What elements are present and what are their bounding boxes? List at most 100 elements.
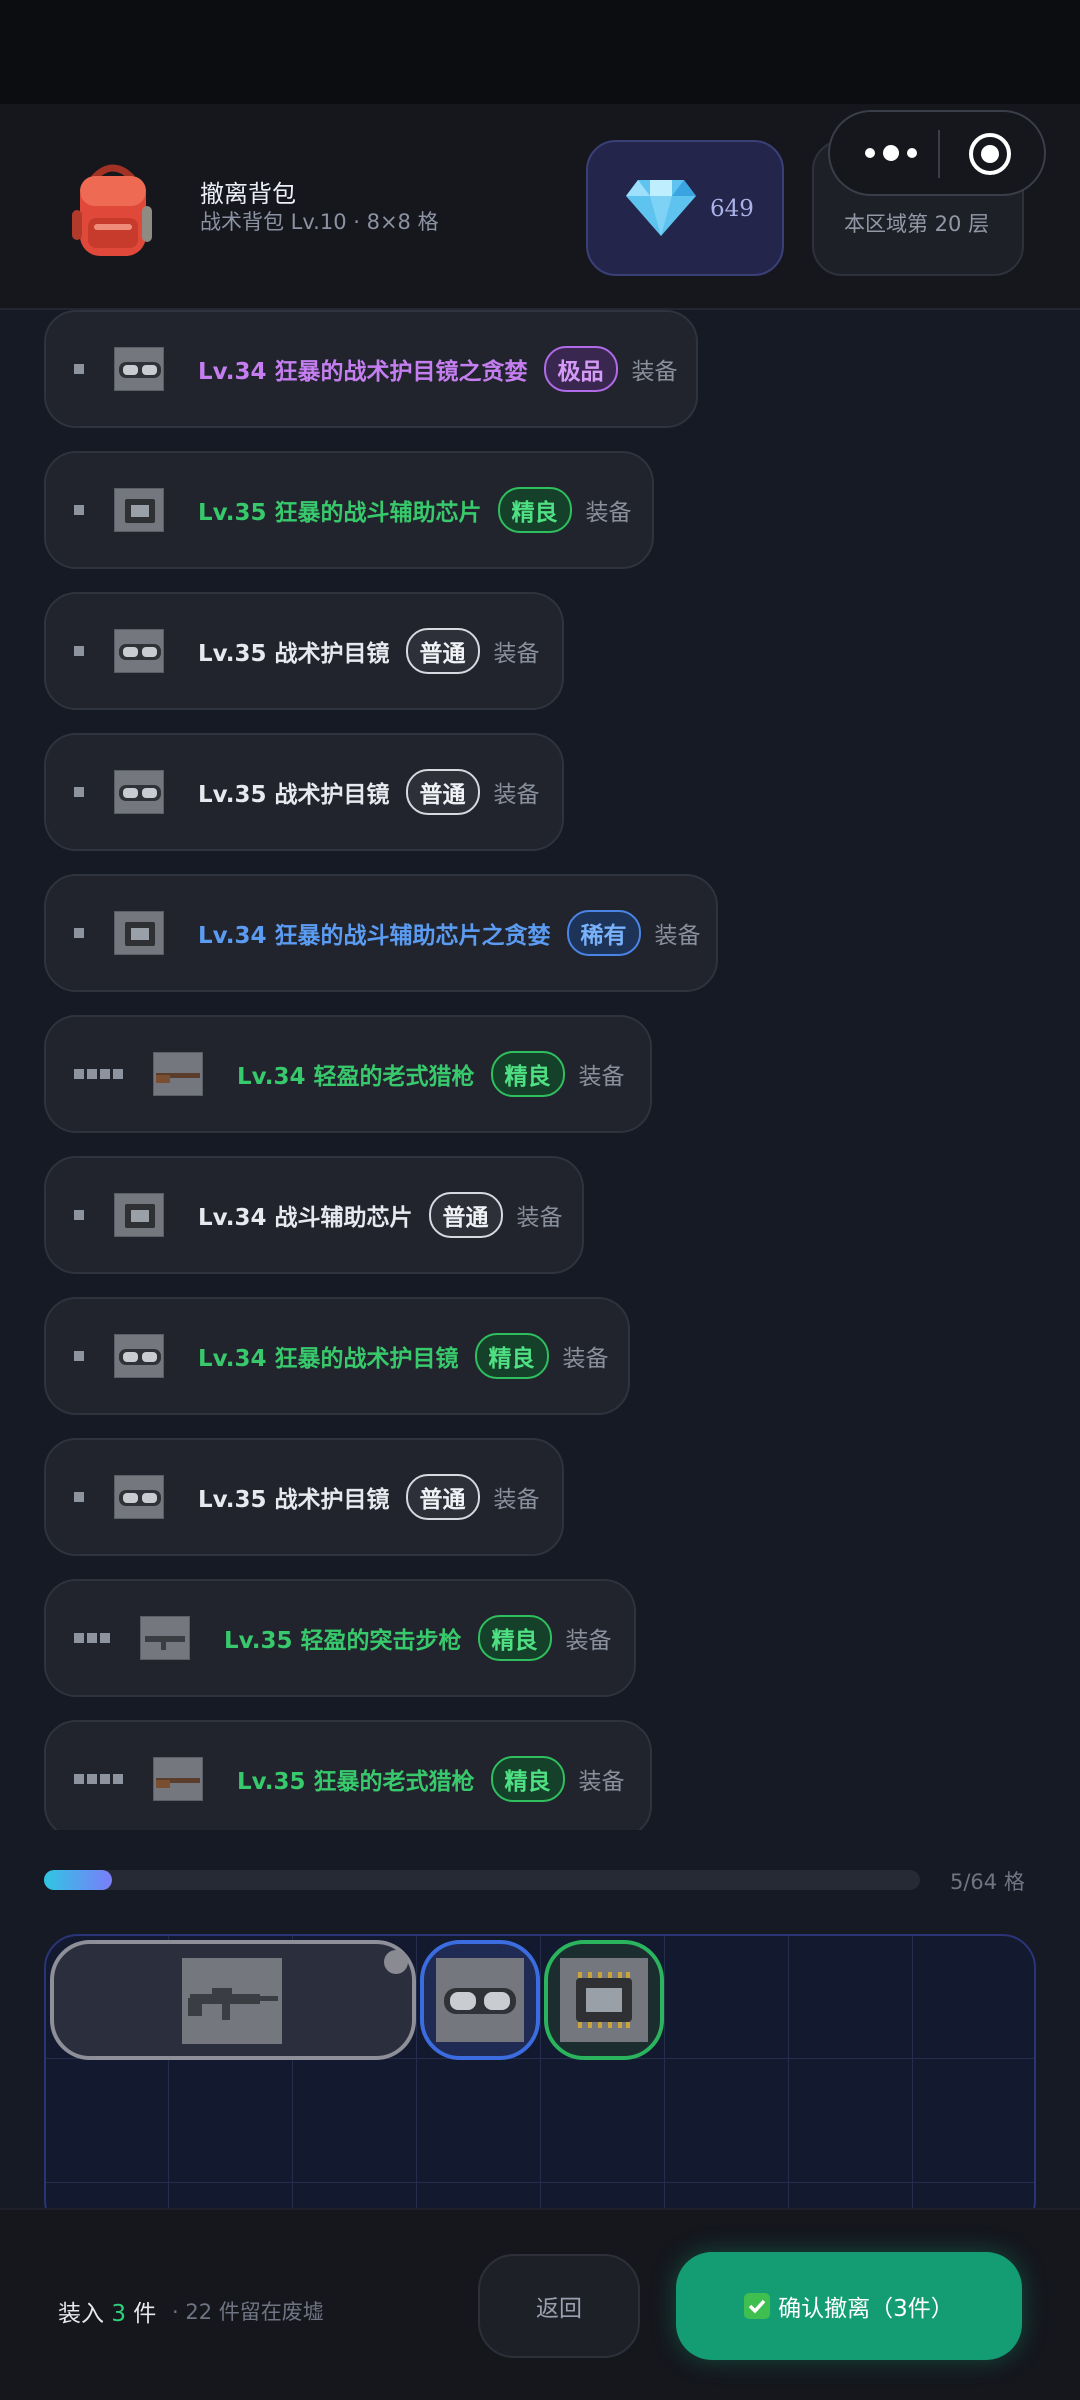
quality-badge: 稀有 xyxy=(566,910,641,956)
equip-button[interactable]: 装备 xyxy=(586,493,632,527)
item-name: Lv.35 战术护目镜 xyxy=(198,641,390,667)
capacity-bar-fill xyxy=(44,1870,113,1890)
capsule-divider xyxy=(938,130,940,178)
item-name: Lv.35 狂暴的老式猎枪 xyxy=(237,1769,475,1795)
load-prefix: 装入 xyxy=(58,2301,104,2327)
equip-button[interactable]: 装备 xyxy=(579,1762,625,1796)
capacity-label: 5/64 格 xyxy=(950,1870,1025,1894)
shotgun-icon xyxy=(153,1757,203,1801)
quality-badge: 极品 xyxy=(543,346,618,392)
grid-slot-goggles[interactable] xyxy=(420,1940,540,2060)
equip-button[interactable]: 装备 xyxy=(566,1621,612,1655)
gem-count: 649 xyxy=(710,196,754,222)
more-icon[interactable] xyxy=(860,136,922,170)
close-miniprogram-icon[interactable] xyxy=(968,132,1012,176)
loot-row[interactable]: Lv.35 战术护目镜 普通 装备 xyxy=(44,1438,564,1556)
rifle-icon xyxy=(182,1958,282,2044)
quality-badge: 普通 xyxy=(405,628,480,674)
loot-row[interactable]: Lv.35 战术护目镜 普通 装备 xyxy=(44,592,564,710)
item-name: Lv.34 战斗辅助芯片 xyxy=(198,1205,413,1231)
miniprogram-capsule xyxy=(828,110,1046,196)
loot-row[interactable]: Lv.34 狂暴的战术护目镜之贪婪 极品 装备 xyxy=(44,310,698,428)
item-name: Lv.35 狂暴的战斗辅助芯片 xyxy=(198,500,482,526)
equip-button[interactable]: 装备 xyxy=(579,1057,625,1091)
grid-size-cell xyxy=(74,1069,84,1079)
gem-balance[interactable]: 649 xyxy=(586,140,784,276)
grid-size-cell xyxy=(113,1069,123,1079)
load-suffix: 件 xyxy=(133,2301,157,2327)
goggles-icon xyxy=(114,770,164,814)
grid-size-cell xyxy=(74,928,84,938)
slot-remove-dot[interactable] xyxy=(384,1950,408,1974)
floor-text: 本区域第 20 层 xyxy=(844,212,990,236)
bag-title: 撤离背包 xyxy=(200,180,296,208)
quality-badge: 精良 xyxy=(497,487,572,533)
loot-row[interactable]: Lv.34 狂暴的战术护目镜 精良 装备 xyxy=(44,1297,630,1415)
confirm-evacuate-button[interactable]: 确认撤离（3件） xyxy=(676,2252,1022,2360)
quality-badge: 精良 xyxy=(490,1756,565,1802)
equip-button[interactable]: 装备 xyxy=(494,1480,540,1514)
equip-button[interactable]: 装备 xyxy=(517,1198,563,1232)
loot-row[interactable]: Lv.34 轻盈的老式猎枪 精良 装备 xyxy=(44,1015,652,1133)
quality-badge: 精良 xyxy=(474,1333,549,1379)
loot-row[interactable]: Lv.35 轻盈的突击步枪 精良 装备 xyxy=(44,1579,636,1697)
grid-size-cell xyxy=(74,787,84,797)
grid-size-indicator xyxy=(74,505,84,515)
item-name: Lv.35 轻盈的突击步枪 xyxy=(224,1628,462,1654)
grid-size-indicator xyxy=(74,1210,84,1220)
chip-icon xyxy=(560,1958,648,2042)
backpack-icon xyxy=(72,164,152,256)
item-name: Lv.34 狂暴的战斗辅助芯片之贪婪 xyxy=(198,923,551,949)
grid-size-cell xyxy=(113,1774,123,1784)
item-name: Lv.34 狂暴的战术护目镜 xyxy=(198,1346,459,1372)
load-summary: 装入 3 件 xyxy=(58,2294,156,2328)
grid-size-cell xyxy=(74,1492,84,1502)
grid-size-indicator xyxy=(74,787,84,797)
chip-icon xyxy=(114,911,164,955)
item-name: Lv.34 轻盈的老式猎枪 xyxy=(237,1064,475,1090)
goggles-icon xyxy=(114,347,164,391)
grid-size-cell xyxy=(87,1633,97,1643)
grid-size-cell xyxy=(74,505,84,515)
loot-row[interactable]: Lv.35 战术护目镜 普通 装备 xyxy=(44,733,564,851)
grid-size-cell xyxy=(100,1633,110,1643)
check-icon xyxy=(744,2293,771,2319)
grid-size-cell xyxy=(87,1774,97,1784)
loot-list: Lv.34 狂暴的战术护目镜之贪婪 极品 装备 Lv.35 狂暴的战斗辅助芯片 精良 装备… xyxy=(0,310,1080,1830)
grid-size-cell xyxy=(74,1351,84,1361)
rifle-icon xyxy=(140,1616,190,1660)
remain-summary: · 22 件留在废墟 xyxy=(172,2300,324,2324)
capacity-bar xyxy=(44,1870,920,1890)
grid-size-indicator xyxy=(74,646,84,656)
equip-button[interactable]: 装备 xyxy=(494,775,540,809)
equip-button[interactable]: 装备 xyxy=(632,352,678,386)
equip-button[interactable]: 装备 xyxy=(655,916,701,950)
grid-size-indicator xyxy=(74,1351,84,1361)
quality-badge: 精良 xyxy=(477,1615,552,1661)
goggles-icon xyxy=(436,1958,524,2042)
equip-button[interactable]: 装备 xyxy=(494,634,540,668)
grid-size-cell xyxy=(87,1069,97,1079)
goggles-icon xyxy=(114,1475,164,1519)
grid-slot-rifle[interactable] xyxy=(50,1940,416,2060)
grid-size-cell xyxy=(74,1633,84,1643)
diamond-icon xyxy=(626,180,696,236)
loot-row[interactable]: Lv.35 狂暴的战斗辅助芯片 精良 装备 xyxy=(44,451,654,569)
backpack-grid[interactable] xyxy=(44,1934,1036,2234)
grid-size-cell xyxy=(74,364,84,374)
item-name: Lv.35 战术护目镜 xyxy=(198,1487,390,1513)
back-button[interactable]: 返回 xyxy=(478,2254,640,2358)
loot-row[interactable]: Lv.34 狂暴的战斗辅助芯片之贪婪 稀有 装备 xyxy=(44,874,718,992)
quality-badge: 普通 xyxy=(405,1474,480,1520)
grid-size-cell xyxy=(74,1210,84,1220)
loot-row[interactable]: Lv.35 狂暴的老式猎枪 精良 装备 xyxy=(44,1720,652,1830)
bag-subtitle: 战术背包 Lv.10 · 8×8 格 xyxy=(200,210,439,234)
quality-badge: 普通 xyxy=(405,769,480,815)
grid-size-indicator xyxy=(74,1633,110,1643)
grid-size-indicator xyxy=(74,364,84,374)
grid-size-cell xyxy=(100,1069,110,1079)
goggles-icon xyxy=(114,629,164,673)
grid-slot-chip[interactable] xyxy=(544,1940,664,2060)
loot-row[interactable]: Lv.34 战斗辅助芯片 普通 装备 xyxy=(44,1156,584,1274)
equip-button[interactable]: 装备 xyxy=(563,1339,609,1373)
